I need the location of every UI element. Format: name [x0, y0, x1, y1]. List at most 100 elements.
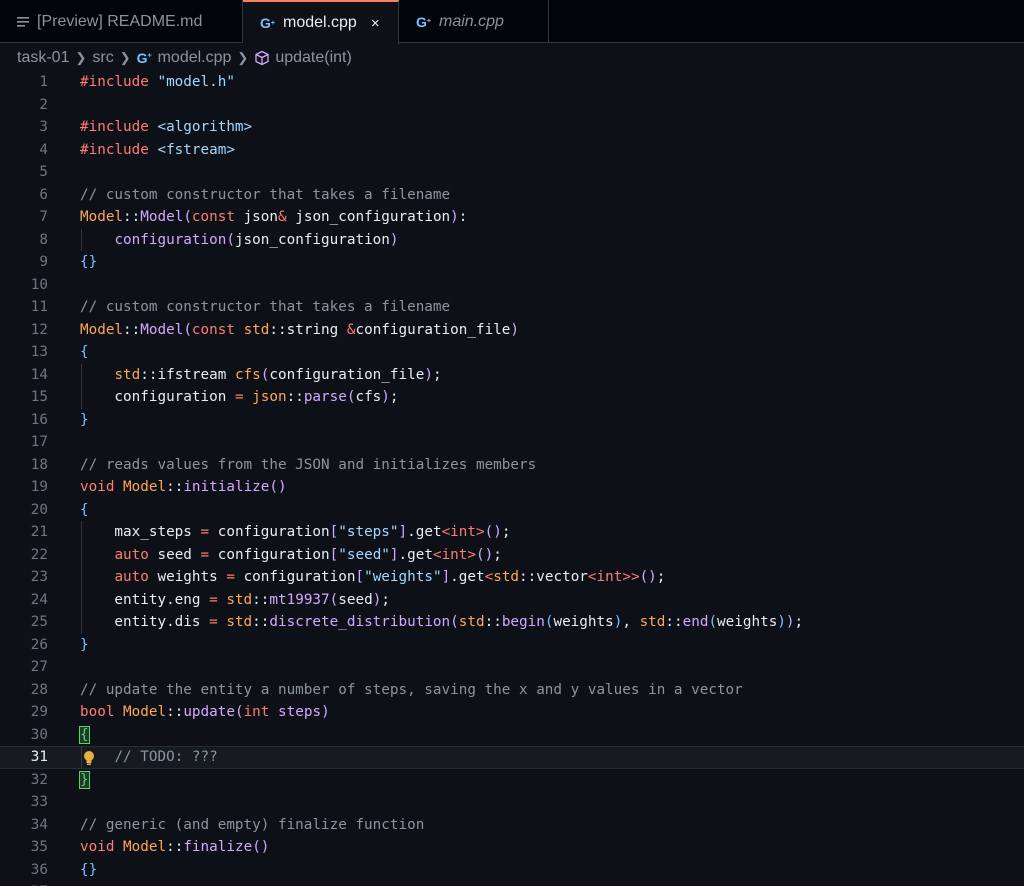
code-line[interactable]: 36 {} [0, 859, 1024, 882]
code-token: () [476, 547, 493, 563]
code-line[interactable]: 25 entity.dis = std::discrete_distributi… [0, 611, 1024, 634]
code-line[interactable]: 15 configuration = json::parse(cfs); [0, 386, 1024, 409]
code-line[interactable]: 17 [0, 431, 1024, 454]
code-line[interactable]: 11// custom constructor that takes a fil… [0, 296, 1024, 319]
line-number: 35 [0, 836, 48, 859]
code-token: json_configuration [235, 232, 390, 248]
code-line[interactable]: 8 configuration(json_configuration) [0, 229, 1024, 252]
code-token: ::vector [519, 569, 588, 585]
code-token: ; [493, 547, 502, 563]
code-token: & [278, 209, 295, 225]
code-token: = [209, 592, 226, 608]
code-line[interactable]: 26} [0, 634, 1024, 657]
code-token: #include [80, 119, 157, 135]
code-line[interactable]: 37 [0, 881, 1024, 886]
code-line[interactable]: 28// update the entity a number of steps… [0, 679, 1024, 702]
tab-main-cpp[interactable]: G+ main.cpp [399, 0, 549, 43]
tab-model-cpp[interactable]: G+ model.cpp × [243, 0, 399, 44]
line-number: 23 [0, 566, 48, 589]
code-line[interactable]: 30 { [0, 724, 1024, 747]
code-token: configuration [114, 232, 226, 248]
code-text: { [80, 499, 89, 522]
close-icon[interactable]: × [371, 15, 380, 32]
code-text: max_steps = configuration["steps"].get<i… [80, 521, 510, 544]
code-line[interactable]: 1#include "model.h" [0, 71, 1024, 94]
preview-icon [17, 16, 29, 28]
code-token: = [226, 569, 243, 585]
code-line[interactable]: 5 [0, 161, 1024, 184]
cpp-file-icon: G+ [260, 15, 275, 31]
code-token: seed [157, 547, 200, 563]
line-number: 22 [0, 544, 48, 567]
code-text: // reads values from the JSON and initia… [80, 454, 536, 477]
tab-bar: [Preview] README.md G+ model.cpp × G+ ma… [0, 0, 1024, 43]
code-line[interactable]: 32} [0, 769, 1024, 792]
code-text: auto weights = configuration["weights"].… [80, 566, 665, 589]
line-number: 21 [0, 521, 48, 544]
code-line[interactable]: 29bool Model::update(int steps) [0, 701, 1024, 724]
code-token: Model [123, 839, 166, 855]
line-number: 30 [0, 724, 48, 747]
code-token [80, 569, 114, 585]
code-token: "weights" [364, 569, 441, 585]
code-token: :: [166, 839, 183, 855]
code-line[interactable]: 7Model::Model(const json& json_configura… [0, 206, 1024, 229]
code-token: update [183, 704, 235, 720]
breadcrumb-file[interactable]: model.cpp [158, 49, 232, 67]
code-token: std [244, 322, 270, 338]
code-text: // update the entity a number of steps, … [80, 679, 743, 702]
code-token: auto [114, 569, 157, 585]
code-line[interactable]: 34// generic (and empty) finalize functi… [0, 814, 1024, 837]
code-line[interactable]: 10 [0, 274, 1024, 297]
code-line[interactable]: 35void Model::finalize() [0, 836, 1024, 859]
code-token: () [485, 524, 502, 540]
code-line[interactable]: 6// custom constructor that takes a file… [0, 184, 1024, 207]
code-line[interactable]: 18// reads values from the JSON and init… [0, 454, 1024, 477]
code-token: Model [123, 479, 166, 495]
code-line[interactable]: 4#include <fstream> [0, 139, 1024, 162]
code-line[interactable]: 13{ [0, 341, 1024, 364]
code-line[interactable]: 19void Model::initialize() [0, 476, 1024, 499]
code-line[interactable]: 21 max_steps = configuration["steps"].ge… [0, 521, 1024, 544]
breadcrumb-symbol[interactable]: update(int) [275, 49, 352, 67]
code-line[interactable]: 31 // TODO: ??? [0, 746, 1024, 769]
code-token: } [80, 772, 89, 788]
code-line[interactable]: 24 entity.eng = std::mt19937(seed); [0, 589, 1024, 612]
code-token: std [459, 614, 485, 630]
code-token: ) [450, 209, 459, 225]
code-line[interactable]: 14 std::ifstream cfs(configuration_file)… [0, 364, 1024, 387]
code-token: { [80, 502, 89, 518]
code-line[interactable]: 20{ [0, 499, 1024, 522]
code-token: ) [321, 704, 330, 720]
code-token: Model [80, 322, 123, 338]
code-line[interactable]: 3#include <algorithm> [0, 116, 1024, 139]
code-line[interactable]: 9{} [0, 251, 1024, 274]
code-line[interactable]: 23 auto weights = configuration["weights… [0, 566, 1024, 589]
code-text: bool Model::update(int steps) [80, 701, 330, 724]
code-token: Model [140, 209, 183, 225]
code-line[interactable]: 16} [0, 409, 1024, 432]
code-line[interactable]: 2 [0, 94, 1024, 117]
line-number: 27 [0, 656, 48, 679]
tab-readme-preview[interactable]: [Preview] README.md [0, 0, 243, 43]
indent-guide [81, 521, 82, 634]
code-editor[interactable]: 1#include "model.h"23#include <algorithm… [0, 70, 1024, 886]
breadcrumb-subfolder[interactable]: src [92, 49, 113, 67]
code-token: begin [502, 614, 545, 630]
code-line[interactable]: 27 [0, 656, 1024, 679]
code-token: weights [717, 614, 777, 630]
code-token: () [269, 479, 286, 495]
code-token [80, 547, 114, 563]
code-text: { [80, 724, 89, 747]
code-line[interactable]: 22 auto seed = configuration["seed"].get… [0, 544, 1024, 567]
code-token: ::string [269, 322, 346, 338]
code-line[interactable]: 12Model::Model(const std::string &config… [0, 319, 1024, 342]
line-number: 36 [0, 859, 48, 882]
code-text: {} [80, 859, 97, 882]
code-token: ; [795, 614, 804, 630]
code-token: :: [166, 479, 183, 495]
breadcrumb-folder[interactable]: task-01 [17, 49, 69, 67]
code-token: ) [390, 232, 399, 248]
code-text: { [80, 341, 89, 364]
code-line[interactable]: 33 [0, 791, 1024, 814]
